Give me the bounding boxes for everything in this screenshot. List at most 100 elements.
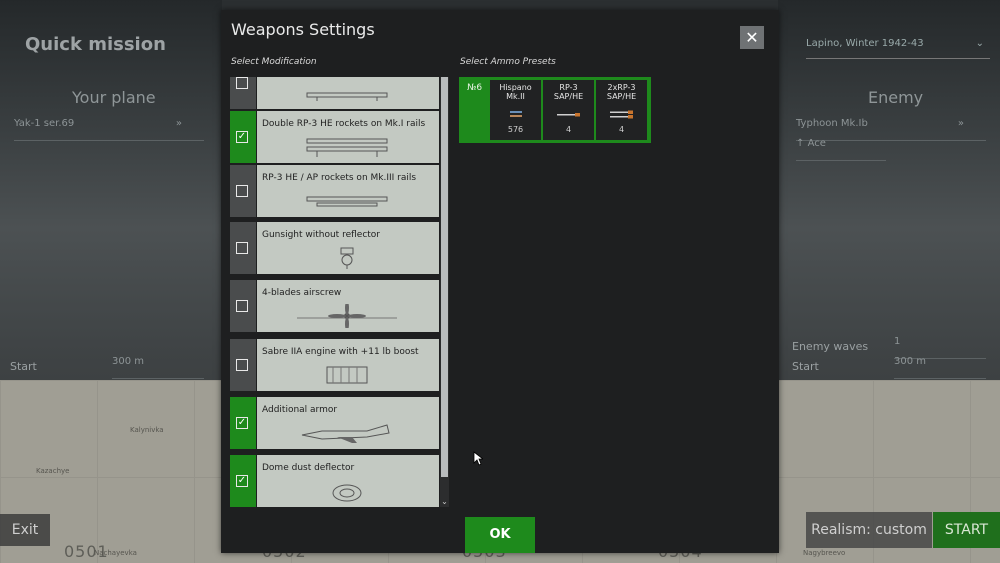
checkbox-checked[interactable]: ✓ [236, 475, 248, 487]
modification-item[interactable]: RP-3 HE / AP rockets on Mk.III rails [230, 165, 439, 217]
ammo-name-line: SAP/HE [606, 92, 637, 101]
rocket-rails-icon [306, 92, 388, 101]
enemy-skill-value: Ace [807, 138, 826, 149]
modification-checkbox-area[interactable] [230, 280, 256, 332]
enemy-plane-value: Typhoon Mk.Ib [796, 118, 868, 129]
start-altitude-right-select[interactable]: 300 m [894, 356, 986, 379]
rocket-rails-icon [306, 196, 388, 207]
ammo-preset-number: №6 [466, 83, 483, 93]
modification-card[interactable]: Dome dust deflector [257, 455, 439, 507]
map-place-label: Kalynivka [130, 426, 164, 434]
modification-checkbox-area[interactable] [230, 339, 256, 391]
shells-icon [510, 111, 522, 117]
your-plane-heading: Your plane [72, 88, 156, 107]
rocket-rails-icon [306, 138, 388, 157]
ammo-name-line: Mk.II [506, 92, 525, 101]
ammo-slot-count: 4 [618, 125, 625, 134]
mouse-cursor-icon [473, 451, 483, 466]
checkbox[interactable] [236, 300, 248, 312]
gunsight-icon [340, 247, 354, 269]
ammo-slot-count: 576 [507, 125, 524, 134]
modification-checkbox-area[interactable]: ✓ [230, 397, 256, 449]
weapons-settings-dialog: Weapons Settings ✕ Select Modification S… [221, 10, 779, 553]
propeller-icon [297, 304, 397, 328]
modification-scrollbar[interactable]: ⌄ [440, 77, 449, 507]
chevron-down-icon: ⌄ [975, 38, 984, 49]
realism-button[interactable]: Realism: custom [806, 512, 932, 548]
modification-checkbox-area[interactable]: ✓ [230, 455, 256, 507]
modification-card[interactable]: Sabre IIA engine with +11 lb boost [257, 339, 439, 391]
chevron-right-icon: » [175, 118, 182, 129]
ammo-slot[interactable]: 2xRP-3 SAP/HE 4 [596, 80, 647, 140]
map-place-label: Kazachye [36, 467, 70, 475]
player-plane-select[interactable]: Yak-1 ser.69 » [14, 118, 204, 141]
start-label-right: Start [792, 360, 819, 373]
start-altitude-left-select[interactable]: 300 m [112, 356, 204, 379]
modification-label: RP-3 HE / AP rockets on Mk.III rails [262, 173, 417, 183]
modification-item[interactable]: Gunsight without reflector [230, 222, 439, 274]
checkbox[interactable] [236, 77, 248, 89]
ammo-name-line: RP-3 [559, 83, 578, 92]
modification-card[interactable]: RP-3 HE / AP rockets on Mk.III rails [257, 165, 439, 217]
modification-item[interactable]: ✓ Dome dust deflector [230, 455, 439, 507]
rocket-icon [557, 113, 580, 117]
modification-checkbox-area[interactable] [230, 77, 256, 109]
start-button[interactable]: START [933, 512, 1000, 548]
modification-card[interactable]: Double RP-3 HE rockets on Mk.I rails [257, 111, 439, 163]
screen-title: Quick mission [25, 34, 166, 55]
hangar-left-backdrop [0, 0, 222, 380]
modification-item[interactable]: ✓ Additional armor [230, 397, 439, 449]
player-plane-value: Yak-1 ser.69 [14, 118, 75, 129]
ammo-slot[interactable]: Hispano Mk.II 576 [490, 80, 541, 140]
modification-card[interactable]: Additional armor [257, 397, 439, 449]
scrollbar-thumb[interactable] [441, 77, 448, 477]
dialog-title: Weapons Settings [231, 20, 375, 39]
start-altitude-right-value: 300 m [894, 356, 927, 367]
arrow-up-icon: ↑ [796, 138, 808, 149]
location-select[interactable]: Lapino, Winter 1942-43 ⌄ [806, 38, 990, 59]
ammo-preset-card[interactable]: №6 Hispano Mk.II 576 RP-3 SAP/HE 4 2xRP-… [459, 77, 651, 143]
ammo-slot-name: RP-3 SAP/HE [543, 83, 594, 101]
modification-label: Dome dust deflector [262, 463, 355, 473]
ok-button[interactable]: OK [465, 517, 535, 553]
checkbox-checked[interactable]: ✓ [236, 417, 248, 429]
ammo-name-line: Hispano [499, 83, 532, 92]
modification-item[interactable]: Sabre IIA engine with +11 lb boost [230, 339, 439, 391]
exit-button[interactable]: Exit [0, 514, 50, 546]
modification-checkbox-area[interactable] [230, 222, 256, 274]
modification-item[interactable]: 4-blades airscrew [230, 280, 439, 332]
ammo-slot-name: Hispano Mk.II [490, 83, 541, 101]
enemy-waves-value: 1 [894, 336, 901, 347]
modification-section-label: Select Modification [231, 57, 317, 67]
ammo-slot[interactable]: RP-3 SAP/HE 4 [543, 80, 594, 140]
modification-card[interactable]: Gunsight without reflector [257, 222, 439, 274]
modification-checkbox-area[interactable] [230, 165, 256, 217]
modification-item[interactable]: ✓ Double RP-3 HE rockets on Mk.I rails [230, 111, 439, 163]
modification-item[interactable] [230, 77, 439, 109]
close-button[interactable]: ✕ [740, 26, 764, 49]
close-icon: ✕ [745, 28, 759, 47]
checkbox[interactable] [236, 242, 248, 254]
modification-checkbox-area[interactable]: ✓ [230, 111, 256, 163]
modification-card[interactable]: 4-blades airscrew [257, 280, 439, 332]
chevron-down-icon[interactable]: ⌄ [440, 497, 449, 507]
modification-card[interactable] [257, 77, 439, 109]
checkbox[interactable] [236, 185, 248, 197]
location-value: Lapino, Winter 1942-43 [806, 38, 924, 49]
rocket-pair-icon [610, 110, 633, 119]
checkbox[interactable] [236, 359, 248, 371]
start-label-left: Start [10, 360, 37, 373]
enemy-heading: Enemy [868, 88, 924, 107]
modification-label: Additional armor [262, 405, 338, 415]
ammo-slot-name: 2xRP-3 SAP/HE [596, 83, 647, 101]
modification-label: Sabre IIA engine with +11 lb boost [262, 347, 419, 357]
map-place-label: Nagybreevo [803, 549, 846, 557]
checkbox-checked[interactable]: ✓ [236, 131, 248, 143]
modification-label: Double RP-3 HE rockets on Mk.I rails [262, 119, 426, 129]
modification-label: 4-blades airscrew [262, 288, 342, 298]
modification-list: ✓ Double RP-3 HE rockets on Mk.I rails R… [230, 77, 439, 507]
chevron-right-icon: » [957, 118, 964, 129]
enemy-skill-select[interactable]: ↑ Ace [796, 138, 886, 161]
start-altitude-left-value: 300 m [112, 356, 145, 367]
enemy-waves-label: Enemy waves [792, 340, 869, 353]
